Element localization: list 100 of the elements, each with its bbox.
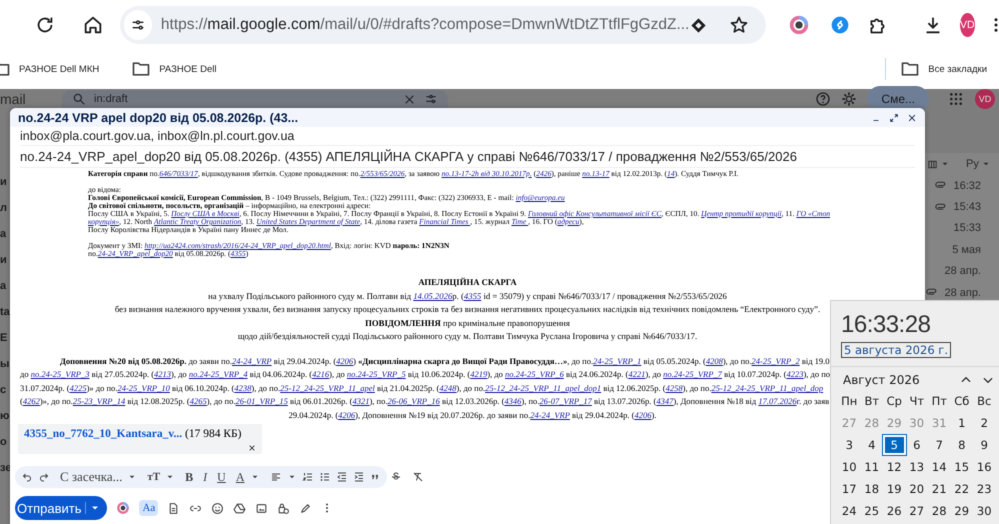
align-icon[interactable] [270, 471, 282, 483]
calendar-day[interactable]: 17 [838, 479, 860, 499]
calendar-day[interactable]: 22 [950, 479, 973, 499]
home-icon[interactable] [82, 14, 104, 36]
link[interactable]: 25-23_VRP_14 [72, 396, 126, 406]
font-dropdown[interactable]: С засечка... [60, 469, 122, 485]
calendar-day[interactable]: 28 [928, 501, 950, 521]
numbered-list-icon[interactable] [302, 471, 314, 483]
attachment-chip[interactable]: 4355_no_7762_10_Kantsara_v... (17 984 КБ) [18, 424, 262, 454]
link[interactable]: 4206 [634, 410, 652, 420]
link[interactable]: 4258 [666, 382, 683, 392]
link[interactable]: 4225 [70, 382, 87, 392]
calendar-day[interactable]: 5 [883, 435, 906, 455]
profile-avatar[interactable]: VD [960, 13, 975, 37]
link[interactable]: по.24-25_VRP_5 [346, 369, 406, 379]
columns-icon[interactable] [927, 158, 938, 170]
text-size-button[interactable]: тТ [147, 471, 160, 483]
subject-field[interactable]: no.24-24_VRP_apel_dop20 від 05.08.2026р. (4355) АПЕЛЯЦІЙНА СКАРГА у справі №646/7033/17 / провадження №2/553/65/2026 [20, 149, 797, 164]
link[interactable]: 4262 [22, 396, 40, 406]
filter-icon[interactable] [424, 92, 438, 106]
formatting-toggle[interactable]: Aa [139, 500, 158, 516]
apps-icon[interactable] [949, 92, 963, 106]
link[interactable]: 26-01_VRP_15 [235, 396, 288, 406]
calendar-day[interactable]: 30 [973, 501, 996, 521]
bulleted-list-icon[interactable] [318, 471, 330, 483]
diamond-icon[interactable] [689, 16, 708, 34]
profile-avatar[interactable]: VD [975, 89, 995, 109]
calendar-day[interactable]: 3 [838, 435, 860, 455]
bookmark-folder[interactable]: РАЗНОЕ Dell МКН [0, 59, 100, 79]
link[interactable]: 24-24_VRP [530, 410, 570, 420]
settings-icon[interactable] [841, 91, 858, 107]
link[interactable]: 4223 [786, 369, 804, 379]
link[interactable]: 4216 [312, 369, 330, 379]
calendar-day[interactable]: 13 [906, 457, 928, 477]
calendar-day[interactable]: 19 [883, 479, 906, 499]
link[interactable]: 4355 [464, 290, 482, 300]
link[interactable]: по.24-25_VRP_7 [663, 369, 722, 379]
calendar-day[interactable]: 15 [950, 457, 973, 477]
date-link[interactable]: 5 августа 2026 г. [841, 342, 951, 358]
calendar-day[interactable]: 9 [973, 435, 996, 455]
calendar-day[interactable]: 21 [928, 479, 950, 499]
confidential-icon[interactable] [277, 502, 290, 514]
attachment-name[interactable]: 4355_no_7762_10_Kantsara_v... [24, 428, 182, 440]
link[interactable]: 24-25_VRP_10 [117, 382, 170, 392]
indent-icon[interactable] [352, 471, 364, 483]
link[interactable]: 24-25_VRP_2 [752, 356, 800, 366]
text-color-button[interactable]: A [236, 470, 244, 484]
calendar-day[interactable]: 12 [883, 457, 906, 477]
link[interactable]: 25-12_24-25_VRP_11_apel_dop1 [485, 382, 602, 392]
link[interactable]: по.24-25_VRP_4 [188, 369, 248, 379]
clear-formatting-icon[interactable] [412, 471, 424, 483]
link[interactable]: 4265 [190, 396, 207, 406]
link[interactable]: 26-06_VRP_16 [387, 396, 440, 406]
signature-icon[interactable] [299, 502, 312, 514]
link[interactable]: по.24-25_VRP_6 [505, 369, 564, 379]
redo-icon[interactable] [38, 471, 50, 483]
calendar-day[interactable]: 16 [973, 457, 996, 477]
sort-label[interactable]: Ру [966, 158, 979, 170]
close-icon[interactable] [907, 112, 917, 123]
link[interactable]: 4208 [706, 356, 723, 366]
search-icon[interactable] [72, 92, 86, 106]
calendar-day[interactable]: 25 [860, 501, 883, 521]
link[interactable]: по.24-25_VRP_3 [30, 369, 90, 379]
link[interactable]: 26-07_VRP_17 [539, 396, 592, 406]
calendar-day[interactable]: 11 [860, 457, 883, 477]
link[interactable]: 4347 [656, 396, 674, 406]
bold-button[interactable]: B [185, 470, 194, 484]
calendar-day[interactable]: 29 [950, 501, 973, 521]
link[interactable]: 4321 [352, 396, 370, 406]
link[interactable]: 4238 [234, 382, 252, 392]
assistant-icon[interactable] [116, 501, 130, 515]
search-field[interactable]: in:draft [62, 90, 448, 108]
calendar-day[interactable]: 4 [860, 435, 883, 455]
quote-icon[interactable] [370, 472, 380, 482]
link[interactable]: 4248 [439, 382, 456, 392]
help-icon[interactable] [815, 91, 832, 107]
extension-icon[interactable] [788, 14, 810, 36]
link[interactable]: 14.05.2026 [413, 290, 452, 300]
link[interactable]: 4206 [338, 410, 356, 420]
link[interactable]: 25-12_24-25_VRP_11_apel_dop [711, 382, 824, 392]
attach-file-icon[interactable] [167, 502, 180, 514]
link[interactable]: 25-12_24-25_VRP_11_apel [280, 382, 375, 392]
calendar-day[interactable]: 7 [928, 435, 950, 455]
link[interactable]: 4213 [154, 369, 172, 379]
italic-button[interactable]: I [203, 470, 208, 484]
calendar-day[interactable]: 1 [950, 413, 973, 433]
recipients-field[interactable]: inbox@pla.court.gov.ua, inbox@ln.pl.court.gov.ua [20, 129, 294, 144]
emoji-icon[interactable] [211, 502, 224, 514]
expand-icon[interactable] [889, 112, 899, 123]
calendar-day[interactable]: 6 [906, 435, 928, 455]
calendar-day[interactable]: 20 [906, 479, 928, 499]
calendar-day[interactable]: 23 [973, 479, 996, 499]
outdent-icon[interactable] [336, 471, 348, 483]
link[interactable]: 4221 [628, 369, 646, 379]
month-title[interactable]: Август 2026 [843, 373, 951, 387]
link[interactable]: 24-24_VRP [232, 356, 272, 366]
drive-icon[interactable] [233, 502, 246, 514]
link[interactable]: 17.07.2026 [758, 396, 797, 406]
undo-icon[interactable] [21, 471, 33, 483]
calendar-day[interactable]: 18 [860, 479, 883, 499]
